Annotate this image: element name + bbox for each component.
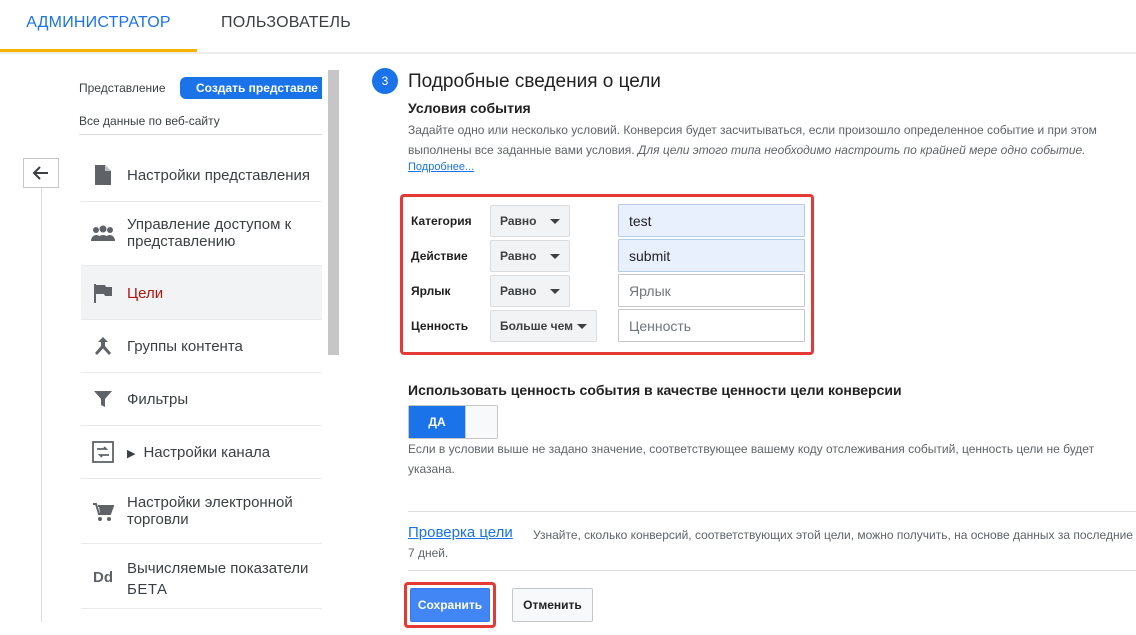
conditions-description: Задайте одно или несколько условий. Конв… — [408, 123, 1097, 157]
view-label: Представление — [79, 81, 166, 95]
expand-arrow-icon: ▶ — [127, 448, 136, 460]
verify-description: Узнайте, сколько конверсий, соответствую… — [408, 528, 1133, 560]
condition-label: Категория — [411, 214, 472, 228]
chevron-down-icon — [550, 219, 560, 224]
toggle-knob — [465, 406, 497, 438]
use-event-value-toggle[interactable]: ДА — [408, 405, 498, 439]
sidebar-item-goals[interactable]: Цели — [81, 266, 322, 320]
divider — [408, 511, 1136, 512]
condition-row-category: Категория Равно — [411, 204, 807, 238]
section-title: Подробные сведения о цели — [408, 71, 661, 92]
filter-icon — [90, 386, 116, 412]
goal-details-panel: 3 Подробные сведения о цели Условия собы… — [372, 54, 1136, 635]
event-conditions-title: Условия события — [408, 100, 531, 116]
label-input[interactable] — [618, 274, 805, 307]
condition-label: Действие — [411, 249, 468, 263]
sidebar-item-content-groups[interactable]: Группы контента — [81, 320, 322, 373]
save-highlight: Сохранить — [404, 582, 496, 628]
operator-select[interactable]: Равно — [490, 240, 570, 272]
back-button[interactable] — [23, 158, 59, 188]
merge-icon — [90, 333, 116, 359]
divider — [408, 570, 1136, 571]
sidebar-item-label: Настройки представления — [127, 167, 310, 184]
nav-guide-line — [41, 158, 42, 622]
sidebar-item-ecommerce-settings[interactable]: Настройки электронной торговли — [81, 479, 322, 544]
sidebar-item-label: Вычисляемые показатели — [127, 560, 309, 577]
calculated-metrics-icon: Dd — [93, 568, 113, 586]
tab-user[interactable]: ПОЛЬЗОВАТЕЛЬ — [197, 0, 375, 52]
sidebar-item-view-settings[interactable]: Настройки представления — [81, 148, 322, 202]
cancel-button[interactable]: Отменить — [512, 588, 593, 622]
action-input[interactable] — [618, 239, 805, 272]
condition-label: Ярлык — [411, 284, 451, 298]
operator-select[interactable]: Больше чем — [490, 310, 597, 342]
toggle-on-label: ДА — [409, 406, 465, 438]
conditions-box: Категория Равно Действие Равно Ярлык Рав… — [400, 194, 814, 355]
divider — [79, 134, 322, 135]
sidebar-item-label: Фильтры — [127, 391, 189, 408]
create-view-button[interactable]: Создать представле — [180, 77, 322, 99]
toggle-description: Если в условии выше не задано значение, … — [408, 442, 1095, 476]
verify-goal-link[interactable]: Проверка цели — [408, 524, 513, 541]
chevron-down-icon — [550, 254, 560, 259]
nav-scrollbar[interactable] — [328, 70, 339, 355]
condition-row-label: Ярлык Равно — [411, 274, 807, 308]
save-button[interactable]: Сохранить — [410, 588, 490, 622]
use-event-value-title: Использовать ценность события в качестве… — [408, 382, 902, 398]
sidebar-item-channel-settings[interactable]: ▶ Настройки канала — [81, 426, 322, 479]
top-tabs: АДМИНИСТРАТОР ПОЛЬЗОВАТЕЛЬ — [0, 0, 1136, 52]
condition-label: Ценность — [411, 319, 469, 333]
arrow-left-icon — [32, 166, 48, 180]
sidebar-item-label: Управление доступом к представлению — [127, 216, 292, 250]
flag-icon — [90, 280, 116, 306]
operator-select[interactable]: Равно — [490, 275, 570, 307]
value-input[interactable] — [618, 309, 805, 342]
category-input[interactable] — [618, 204, 805, 237]
left-nav: Представление Создать представле Все дан… — [0, 54, 345, 635]
step-number: 3 — [372, 68, 398, 94]
sidebar-item-filters[interactable]: Фильтры — [81, 373, 322, 426]
chevron-down-icon — [550, 289, 560, 294]
sidebar-item-calculated-metrics[interactable]: Dd Вычисляемые показатели БЕТА — [81, 544, 322, 609]
sidebar-item-label: ▶ Настройки канала — [127, 444, 271, 461]
channel-icon — [90, 439, 116, 465]
people-icon — [90, 221, 116, 247]
condition-row-action: Действие Равно — [411, 239, 807, 273]
learn-more-link[interactable]: Подробнее... — [408, 161, 474, 173]
condition-row-value: Ценность Больше чем — [411, 309, 807, 343]
beta-badge: БЕТА — [127, 581, 168, 598]
sidebar-item-label: Цели — [127, 285, 164, 302]
sidebar-item-label: Настройки электронной торговли — [127, 494, 293, 528]
operator-select[interactable]: Равно — [490, 205, 570, 237]
document-icon — [90, 162, 116, 188]
sidebar-item-label: Группы контента — [127, 338, 243, 355]
cart-icon — [90, 499, 116, 525]
tab-admin[interactable]: АДМИНИСТРАТОР — [0, 0, 197, 52]
view-selector[interactable]: Все данные по веб-сайту — [79, 114, 220, 128]
chevron-down-icon — [577, 324, 587, 329]
sidebar-item-access-management[interactable]: Управление доступом к представлению — [81, 202, 322, 266]
